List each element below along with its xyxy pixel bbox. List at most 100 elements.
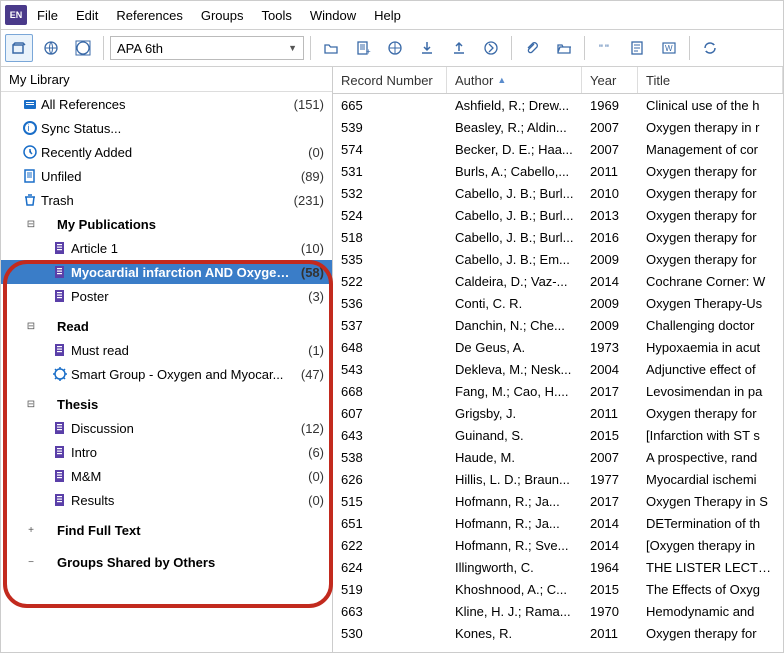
table-row[interactable]: 538Haude, M.2007A prospective, rand <box>333 446 783 468</box>
cell-author: Cabello, J. B.; Em... <box>447 252 582 267</box>
style-dropdown[interactable]: APA 6th ▼ <box>110 36 304 60</box>
cell-record: 574 <box>333 142 447 157</box>
open-file-button[interactable] <box>550 34 578 62</box>
sidebar-item-label: Results <box>69 493 302 508</box>
sidebar-group-header[interactable]: ⊟Read <box>1 314 332 338</box>
cell-record: 539 <box>333 120 447 135</box>
sidebar-item-count: (231) <box>288 193 324 208</box>
insert-citation-button[interactable]: "" <box>591 34 619 62</box>
format-bib-button[interactable] <box>623 34 651 62</box>
cell-record: 624 <box>333 560 447 575</box>
cell-record: 532 <box>333 186 447 201</box>
table-row[interactable]: 530Kones, R.2011Oxygen therapy for <box>333 622 783 644</box>
cell-title: Challenging doctor <box>638 318 783 333</box>
cell-year: 2015 <box>582 428 638 443</box>
table-row[interactable]: 531Burls, A.; Cabello,...2011Oxygen ther… <box>333 160 783 182</box>
menu-file[interactable]: File <box>29 6 66 25</box>
sidebar-group-header[interactable]: ⊟My Publications <box>1 212 332 236</box>
cell-record: 530 <box>333 626 447 641</box>
cell-record: 648 <box>333 340 447 355</box>
sidebar-group-item[interactable]: Poster(3) <box>1 284 332 308</box>
sidebar-item-label: Must read <box>69 343 302 358</box>
menu-groups[interactable]: Groups <box>193 6 252 25</box>
cell-title: A prospective, rand <box>638 450 783 465</box>
open-folder-button[interactable] <box>317 34 345 62</box>
local-library-button[interactable] <box>5 34 33 62</box>
menu-edit[interactable]: Edit <box>68 6 106 25</box>
attach-button[interactable] <box>518 34 546 62</box>
sidebar-item-count: (6) <box>302 445 324 460</box>
cell-title: [Infarction with ST s <box>638 428 783 443</box>
cell-record: 536 <box>333 296 447 311</box>
sidebar-group-item[interactable]: Smart Group - Oxygen and Myocar...(47) <box>1 362 332 386</box>
table-row[interactable]: 524Cabello, J. B.; Burl...2013Oxygen the… <box>333 204 783 226</box>
table-row[interactable]: 535Cabello, J. B.; Em...2009Oxygen thera… <box>333 248 783 270</box>
sidebar-group-item[interactable]: Results(0) <box>1 488 332 512</box>
app-logo: EN <box>5 5 27 25</box>
table-row[interactable]: 519Khoshnood, A.; C...2015The Effects of… <box>333 578 783 600</box>
table-row[interactable]: 536Conti, C. R.2009Oxygen Therapy-Us <box>333 292 783 314</box>
sidebar-group-item[interactable]: Intro(6) <box>1 440 332 464</box>
cell-title: Oxygen Therapy in S <box>638 494 783 509</box>
sidebar-section[interactable]: +Find Full Text <box>1 518 332 542</box>
sidebar-unfiled[interactable]: Unfiled(89) <box>1 164 332 188</box>
menu-help[interactable]: Help <box>366 6 409 25</box>
record-grid[interactable]: 665Ashfield, R.; Drew...1969Clinical use… <box>333 94 783 652</box>
table-row[interactable]: 648De Geus, A.1973Hypoxaemia in acut <box>333 336 783 358</box>
sidebar-section[interactable]: −Groups Shared by Others <box>1 550 332 574</box>
table-row[interactable]: 643Guinand, S.2015[Infarction with ST s <box>333 424 783 446</box>
menu-references[interactable]: References <box>108 6 190 25</box>
goto-word-button[interactable]: W <box>655 34 683 62</box>
app-window: EN File Edit References Groups Tools Win… <box>0 0 784 653</box>
integrated-mode-button[interactable] <box>69 34 97 62</box>
online-search-button[interactable] <box>381 34 409 62</box>
table-row[interactable]: 537Danchin, N.; Che...2009Challenging do… <box>333 314 783 336</box>
online-mode-button[interactable] <box>37 34 65 62</box>
sidebar-group-item[interactable]: M&M(0) <box>1 464 332 488</box>
cell-year: 2007 <box>582 142 638 157</box>
col-title[interactable]: Title <box>638 67 783 93</box>
sidebar-refs[interactable]: All References(151) <box>1 92 332 116</box>
sidebar-group-item[interactable]: Myocardial infarction AND Oxygen ...(58) <box>1 260 332 284</box>
cell-record: 515 <box>333 494 447 509</box>
table-row[interactable]: 668Fang, M.; Cao, H....2017Levosimendan … <box>333 380 783 402</box>
table-row[interactable]: 607Grigsby, J.2011Oxygen therapy for <box>333 402 783 424</box>
table-row[interactable]: 624Illingworth, C.1964THE LISTER LECTUR <box>333 556 783 578</box>
table-row[interactable]: 626Hillis, L. D.; Braun...1977Myocardial… <box>333 468 783 490</box>
menu-tools[interactable]: Tools <box>253 6 299 25</box>
cell-year: 2014 <box>582 538 638 553</box>
sidebar-sync[interactable]: iSync Status... <box>1 116 332 140</box>
cell-year: 2015 <box>582 582 638 597</box>
table-row[interactable]: 532Cabello, J. B.; Burl...2010Oxygen the… <box>333 182 783 204</box>
cell-record: 531 <box>333 164 447 179</box>
table-row[interactable]: 518Cabello, J. B.; Burl...2016Oxygen the… <box>333 226 783 248</box>
table-row[interactable]: 543Dekleva, M.; Nesk...2004Adjunctive ef… <box>333 358 783 380</box>
cell-title: [Oxygen therapy in <box>638 538 783 553</box>
sidebar-group-item[interactable]: Discussion(12) <box>1 416 332 440</box>
table-row[interactable]: 539Beasley, R.; Aldin...2007Oxygen thera… <box>333 116 783 138</box>
col-year[interactable]: Year <box>582 67 638 93</box>
table-row[interactable]: 665Ashfield, R.; Drew...1969Clinical use… <box>333 94 783 116</box>
sidebar-group-header[interactable]: ⊟Thesis <box>1 392 332 416</box>
sidebar-item-label: Smart Group - Oxygen and Myocar... <box>69 367 295 382</box>
sidebar-group-item[interactable]: Must read(1) <box>1 338 332 362</box>
find-fulltext-button[interactable] <box>477 34 505 62</box>
col-record-number[interactable]: Record Number <box>333 67 447 93</box>
table-row[interactable]: 574Becker, D. E.; Haa...2007Management o… <box>333 138 783 160</box>
col-author[interactable]: Author▲ <box>447 67 582 93</box>
table-row[interactable]: 515Hofmann, R.; Ja...2017Oxygen Therapy … <box>333 490 783 512</box>
import-button[interactable] <box>413 34 441 62</box>
table-row[interactable]: 651Hofmann, R.; Ja...2014DETermination o… <box>333 512 783 534</box>
menu-window[interactable]: Window <box>302 6 364 25</box>
sidebar-group-item[interactable]: Article 1(10) <box>1 236 332 260</box>
table-row[interactable]: 663Kline, H. J.; Rama...1970Hemodynamic … <box>333 600 783 622</box>
export-button[interactable] <box>445 34 473 62</box>
sidebar-trash[interactable]: Trash(231) <box>1 188 332 212</box>
cell-author: Ashfield, R.; Drew... <box>447 98 582 113</box>
table-row[interactable]: 522Caldeira, D.; Vaz-...2014Cochrane Cor… <box>333 270 783 292</box>
table-row[interactable]: 622Hofmann, R.; Sve...2014[Oxygen therap… <box>333 534 783 556</box>
sidebar-item-label: Article 1 <box>69 241 295 256</box>
sync-button[interactable] <box>696 34 724 62</box>
sidebar-recent[interactable]: Recently Added(0) <box>1 140 332 164</box>
new-reference-button[interactable]: + <box>349 34 377 62</box>
